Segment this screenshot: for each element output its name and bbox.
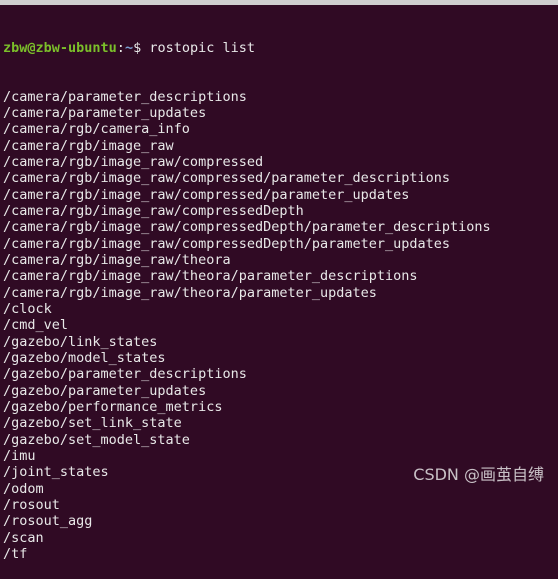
- watermark: CSDN @画茧自缚: [413, 465, 544, 484]
- topic-line: /camera/rgb/image_raw/compressed/paramet…: [3, 170, 451, 187]
- window-top-edge: [0, 0, 558, 5]
- topic-line: /camera/rgb/image_raw/theora: [3, 251, 231, 268]
- topic-line: /rosout_agg: [3, 513, 93, 530]
- topic-line: /cmd_vel: [3, 317, 69, 334]
- topic-line: /camera/rgb/camera_info: [3, 121, 190, 138]
- prompt-separator: :: [116, 39, 125, 56]
- topic-line: /gazebo/performance_metrics: [3, 398, 223, 415]
- prompt-user: zbw@zbw-ubuntu: [3, 39, 117, 56]
- topic-line: /camera/rgb/image_raw/compressedDepth/pa…: [3, 235, 451, 252]
- topic-line: /camera/parameter_descriptions: [3, 88, 247, 105]
- prompt-line: zbw@zbw-ubuntu:~$ rostopic list: [3, 40, 491, 56]
- topic-line: /gazebo/set_model_state: [3, 431, 190, 448]
- topic-line: /camera/rgb/image_raw/theora/parameter_u…: [3, 284, 377, 301]
- topic-line: /gazebo/model_states: [3, 349, 166, 366]
- prompt-path: ~: [124, 39, 134, 56]
- topic-line: /camera/rgb/image_raw/compressed: [3, 154, 264, 171]
- topic-line: /gazebo/set_link_state: [3, 415, 182, 432]
- topic-line: /rosout: [3, 496, 60, 513]
- topic-line: /camera/rgb/image_raw/compressed/paramet…: [3, 186, 410, 203]
- topic-line: /camera/rgb/image_raw/compressedDepth: [3, 203, 304, 219]
- topic-line: /tf: [3, 545, 28, 562]
- topic-line: /clock: [3, 300, 52, 317]
- topic-line: /scan: [3, 529, 44, 546]
- topic-line: /camera/rgb/image_raw: [3, 137, 174, 154]
- prompt-symbol: $: [133, 39, 150, 56]
- topic-line: /gazebo/parameter_descriptions: [3, 366, 247, 383]
- topic-line: /camera/rgb/image_raw/compressedDepth/pa…: [3, 219, 491, 236]
- terminal-output[interactable]: zbw@zbw-ubuntu:~$ rostopic list /camera/…: [3, 7, 491, 579]
- topic-line: /camera/rgb/image_raw/theora/parameter_d…: [3, 268, 418, 285]
- topic-line: /camera/parameter_updates: [3, 105, 207, 122]
- command: rostopic list: [149, 39, 256, 56]
- topic-line: /gazebo/parameter_updates: [3, 382, 207, 399]
- topic-line: /gazebo/link_states: [3, 333, 158, 350]
